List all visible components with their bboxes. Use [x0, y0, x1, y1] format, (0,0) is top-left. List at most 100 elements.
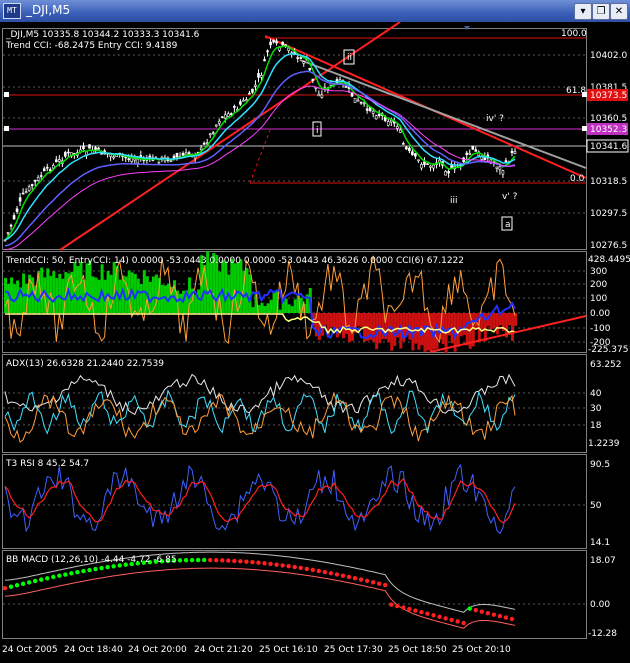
candle-body [51, 165, 55, 169]
price-label: 10276.5 [590, 241, 627, 251]
window-title: _DJI,M5 [26, 3, 71, 17]
candle-body [308, 67, 312, 71]
candle-body [386, 121, 390, 126]
candle-body [30, 184, 34, 187]
rsi-line [4, 463, 516, 535]
macd-dot [352, 575, 358, 581]
candle-body [299, 57, 303, 59]
macd-dot [364, 578, 370, 584]
macd-dot [256, 560, 261, 565]
candle-body [411, 151, 414, 156]
candle-body [12, 215, 16, 220]
macd-dot [461, 620, 466, 626]
candle-body [405, 146, 408, 150]
macd-scale-label: 0.00 [590, 600, 610, 610]
candle-body [130, 157, 134, 162]
cci-bar [278, 309, 282, 313]
wave-label-ii: ii [347, 53, 352, 63]
cci-bar [197, 289, 201, 313]
chart-canvas[interactable]: i ii iii iv' ? v' ? a 100.0 61.8 0.0 _DJ… [0, 21, 630, 659]
cci-bar [76, 265, 80, 313]
cci-bar [329, 313, 333, 328]
candle-body [359, 101, 363, 104]
candle-body [42, 168, 46, 172]
close-icon[interactable]: ✕ [610, 3, 628, 20]
line-handle[interactable] [4, 92, 9, 97]
macd-dot [32, 578, 38, 584]
macd-dot [425, 611, 430, 616]
macd-dot [99, 565, 104, 571]
candle-body [214, 124, 218, 127]
candle-body [287, 47, 290, 51]
rsi-scale-label: 50 [590, 501, 602, 511]
current-price-tag-text: 10341.6 [590, 142, 627, 152]
candle-body [317, 93, 321, 97]
candle-body [389, 119, 393, 123]
cci-bar [293, 299, 297, 313]
candle-body [181, 152, 185, 156]
candle-body [371, 110, 375, 114]
cci-bar [233, 263, 237, 313]
time-label: 24 Oct 18:40 [64, 645, 123, 655]
candle-body [18, 197, 22, 202]
candle-body [245, 99, 248, 102]
candle-body [510, 150, 514, 154]
cci-bar [323, 313, 327, 326]
macd-dot [189, 557, 195, 563]
candle-body [269, 41, 272, 46]
macd-dot [63, 572, 68, 577]
channel-line[interactable] [299, 59, 587, 169]
cci-bar [79, 261, 83, 313]
candle-body [444, 171, 447, 176]
line-handle[interactable] [582, 126, 587, 131]
ma-green-line [4, 45, 516, 241]
macd-dot [443, 616, 448, 621]
wave-label-iv: iv' ? [486, 114, 504, 124]
time-label: 25 Oct 17:30 [324, 645, 383, 655]
macd-dot [437, 614, 442, 620]
cci-bar [251, 307, 255, 313]
candle-body [417, 159, 420, 162]
macd-dot [455, 619, 460, 624]
candle-body [58, 159, 61, 162]
window-titlebar[interactable]: MT _DJI,M5 ▾ ❐ ✕ [0, 0, 630, 23]
macd-dot [39, 577, 44, 582]
candle-body [127, 158, 131, 160]
rsi-panel-frame [2, 454, 587, 549]
macd-scale: 18.07 0.00 -12.28 [588, 556, 617, 639]
candle-body [275, 40, 278, 44]
macd-dot [485, 610, 491, 616]
cci-bar [179, 293, 183, 313]
chart-area[interactable]: i ii iii iv' ? v' ? a 100.0 61.8 0.0 _DJ… [0, 21, 630, 659]
macd-dot [69, 571, 74, 576]
main-legend: _DJI,M5 10335.8 10344.2 10333.3 10341.6 [5, 30, 200, 40]
candle-body [136, 158, 140, 164]
cci-scale-label: 428.4495 [588, 255, 630, 265]
candle-body [251, 88, 254, 93]
candle-body [408, 147, 411, 152]
macd-dot [45, 576, 50, 581]
macd-dot [304, 566, 309, 572]
macd-dot [262, 561, 267, 566]
cci-bar [263, 305, 267, 313]
macd-dot [220, 558, 225, 563]
cci-bar [100, 264, 104, 313]
macd-dot [473, 607, 478, 613]
minimize-icon[interactable]: ▾ [574, 3, 592, 20]
cci-bar [338, 313, 342, 328]
restore-icon[interactable]: ❐ [592, 3, 610, 20]
line-handle[interactable] [4, 126, 9, 131]
candle-body [217, 121, 221, 124]
macd-dot [298, 565, 303, 571]
candle-body [320, 94, 324, 98]
cci-bar [221, 260, 225, 313]
line-handle[interactable] [582, 92, 587, 97]
macd-dot [503, 615, 509, 620]
fib-100-label: 100.0 [561, 29, 587, 39]
cci-bar [272, 291, 276, 313]
price-label: 10402.0 [590, 51, 627, 61]
candle-body [266, 50, 269, 53]
candle-body [257, 73, 260, 78]
candle-body [239, 101, 242, 105]
candle-body [450, 164, 453, 168]
